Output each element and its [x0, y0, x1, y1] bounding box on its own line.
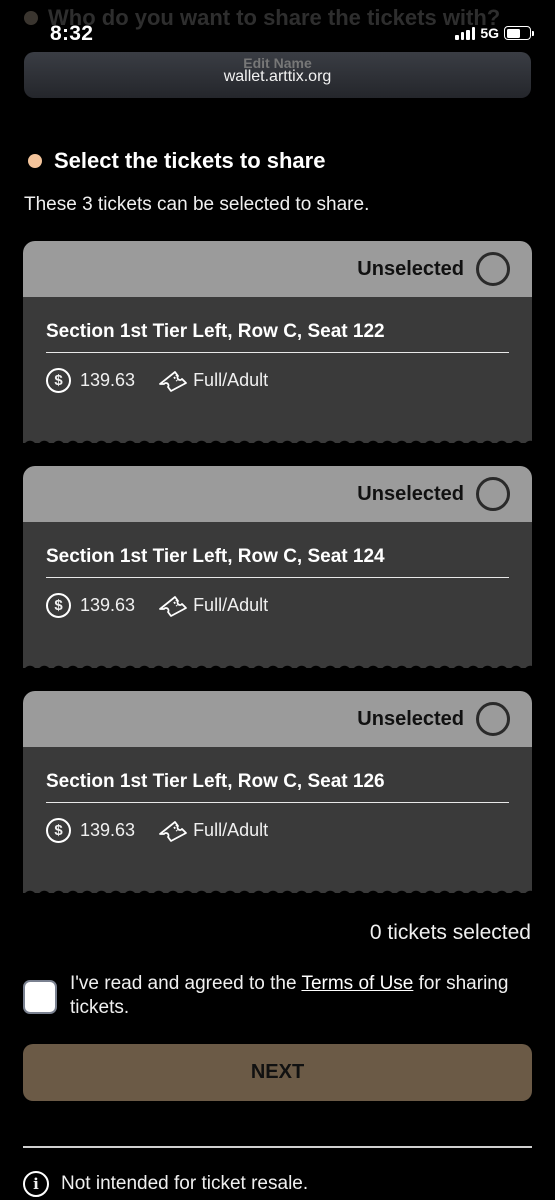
- browser-url-bar[interactable]: Edit Name wallet.arttix.org: [24, 52, 531, 98]
- terms-agreement: I've read and agreed to the Terms of Use…: [23, 972, 533, 1020]
- ticket-status: Unselected: [357, 707, 464, 730]
- ticket-header[interactable]: Unselected: [23, 466, 532, 522]
- next-button[interactable]: NEXT: [23, 1044, 532, 1101]
- ticket-seat: Section 1st Tier Left, Row C, Seat 122: [46, 321, 509, 353]
- ticket-card[interactable]: Unselected Section 1st Tier Left, Row C,…: [23, 466, 532, 668]
- ticket-meta: $ 139.63 Full/Adult: [46, 593, 509, 618]
- ticket-seat: Section 1st Tier Left, Row C, Seat 126: [46, 771, 509, 803]
- section-title: Select the tickets to share: [54, 148, 326, 173]
- battery-icon: [504, 26, 534, 40]
- type-value: Full/Adult: [193, 370, 269, 390]
- network-label: 5G: [480, 25, 499, 41]
- ticket-body: Section 1st Tier Left, Row C, Seat 124 $…: [23, 522, 532, 668]
- selected-count: 0 tickets selected: [369, 921, 531, 944]
- ticket-price: $ 139.63: [46, 818, 135, 843]
- price-value: 139.63: [80, 370, 136, 390]
- ticket-card[interactable]: Unselected Section 1st Tier Left, Row C,…: [23, 691, 532, 893]
- ticket-body: Section 1st Tier Left, Row C, Seat 126 $…: [23, 747, 532, 893]
- ticket-status: Unselected: [357, 482, 464, 505]
- ticket-type: Full/Adult: [157, 369, 268, 393]
- resale-notice: i Not intended for ticket resale.: [23, 1171, 308, 1197]
- ticket-body: Section 1st Tier Left, Row C, Seat 122 $…: [23, 297, 532, 443]
- type-value: Full/Adult: [193, 595, 269, 615]
- resale-notice-text: Not intended for ticket resale.: [61, 1173, 309, 1194]
- dollar-icon: $: [46, 593, 71, 618]
- ticket-price: $ 139.63: [46, 368, 135, 393]
- ticket-header[interactable]: Unselected: [23, 691, 532, 747]
- status-time: 8:32: [50, 22, 94, 45]
- ticket-header[interactable]: Unselected: [23, 241, 532, 297]
- divider: [23, 1146, 532, 1148]
- price-value: 139.63: [80, 820, 136, 840]
- ticket-icon: [159, 370, 187, 392]
- ticket-card[interactable]: Unselected Section 1st Tier Left, Row C,…: [23, 241, 532, 443]
- terms-prefix: I've read and agreed to the: [70, 973, 302, 994]
- radio-circle-icon[interactable]: [476, 252, 510, 286]
- ticket-meta: $ 139.63 Full/Adult: [46, 818, 509, 843]
- terms-checkbox[interactable]: [23, 980, 57, 1014]
- terms-text: I've read and agreed to the Terms of Use…: [70, 972, 533, 1020]
- ticket-type: Full/Adult: [157, 819, 268, 843]
- ticket-icon: [159, 820, 187, 842]
- url-text: wallet.arttix.org: [223, 68, 332, 85]
- dollar-icon: $: [46, 368, 71, 393]
- ticket-type: Full/Adult: [157, 594, 268, 618]
- ticket-seat: Section 1st Tier Left, Row C, Seat 124: [46, 546, 509, 578]
- ticket-icon: [159, 595, 187, 617]
- signal-icon: [455, 26, 476, 40]
- ticket-status: Unselected: [357, 257, 464, 280]
- radio-circle-icon[interactable]: [476, 702, 510, 736]
- ticket-price: $ 139.63: [46, 593, 135, 618]
- bullet-icon: [28, 154, 42, 168]
- terms-of-use-link[interactable]: Terms of Use: [301, 973, 413, 994]
- section-header: Select the tickets to share: [28, 148, 325, 174]
- info-icon: i: [23, 1171, 49, 1197]
- type-value: Full/Adult: [193, 820, 269, 840]
- dollar-icon: $: [46, 818, 71, 843]
- status-icons: 5G: [455, 25, 534, 41]
- ticket-meta: $ 139.63 Full/Adult: [46, 368, 509, 393]
- status-bar: 8:32 5G: [0, 0, 555, 50]
- price-value: 139.63: [80, 595, 136, 615]
- radio-circle-icon[interactable]: [476, 477, 510, 511]
- section-subtitle: These 3 tickets can be selected to share…: [24, 194, 370, 215]
